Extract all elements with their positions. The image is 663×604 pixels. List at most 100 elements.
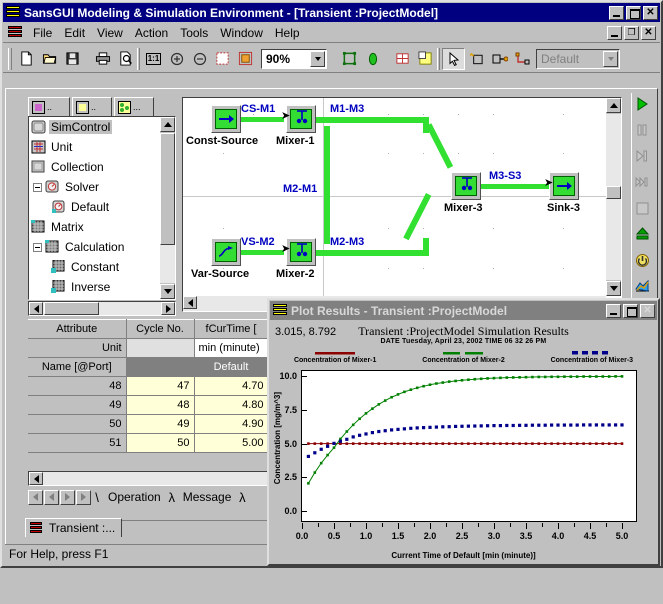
menu-help[interactable]: Help xyxy=(269,24,306,42)
grid-col-attribute[interactable]: Attribute xyxy=(28,319,127,339)
row-cycle[interactable]: 50 xyxy=(126,433,195,453)
grid-name-cycle[interactable] xyxy=(126,357,195,377)
sheet-tab-operation[interactable]: Operation xyxy=(102,490,167,504)
run-indicator-icon[interactable] xyxy=(361,47,384,70)
row-name[interactable]: 49 xyxy=(28,395,127,415)
plot-results-window[interactable]: Plot Results - Transient :ProjectModel ✕… xyxy=(267,298,660,566)
row-time[interactable]: 4.90 xyxy=(194,414,269,434)
pipe-m2-m3-h[interactable] xyxy=(316,250,426,256)
grid-name-time[interactable]: Default xyxy=(194,357,269,377)
fit-window-icon[interactable] xyxy=(234,47,257,70)
tree-item-constant[interactable]: Constant xyxy=(29,257,160,277)
select-all-icon[interactable] xyxy=(338,47,361,70)
diagram-vertical-scrollbar[interactable] xyxy=(606,98,621,296)
pipe-m3-s3[interactable] xyxy=(481,184,549,189)
row-time[interactable]: 4.80 xyxy=(194,395,269,415)
print-preview-icon[interactable] xyxy=(114,47,137,70)
node-const-source[interactable] xyxy=(211,105,241,133)
plot-maximize-button[interactable] xyxy=(623,303,638,318)
row-cycle[interactable]: 49 xyxy=(126,414,195,434)
tree-horizontal-scrollbar[interactable] xyxy=(28,301,176,316)
close-button[interactable]: ✕ xyxy=(643,5,658,20)
print-icon[interactable] xyxy=(91,47,114,70)
grid-col-fcurtime[interactable]: fCurTime [ xyxy=(194,319,269,339)
fast-forward-simulation-icon[interactable] xyxy=(632,171,652,193)
pipe-vs-m2[interactable] xyxy=(240,250,284,255)
grid-col-cycle-no[interactable]: Cycle No. xyxy=(126,319,195,339)
link-label-m3-s3[interactable]: M3-S3 xyxy=(489,170,521,182)
tree-item-solver-default[interactable]: Default xyxy=(29,197,160,217)
table-row[interactable]: 49 48 4.80 xyxy=(28,395,269,415)
mdi-tab-transient[interactable]: Transient :... xyxy=(25,518,123,537)
diagram-vscroll-track[interactable] xyxy=(606,114,621,280)
pipe-m2-m1[interactable] xyxy=(324,126,330,244)
attribute-grid[interactable]: Attribute Cycle No. fCurTime [ Unit min … xyxy=(28,319,269,453)
zoom-actual-icon[interactable]: 1:1 xyxy=(142,47,165,70)
tree-item-calculation[interactable]: Calculation xyxy=(29,237,160,257)
tree-scroll-right-button[interactable] xyxy=(161,302,175,315)
tree-item-inverse[interactable]: Inverse xyxy=(29,277,160,297)
toolbar-grip[interactable] xyxy=(8,47,12,70)
diagram-vscroll-thumb[interactable] xyxy=(606,186,621,199)
link-label-cs-m1[interactable]: CS-M1 xyxy=(241,103,275,115)
toggle-grid-icon[interactable] xyxy=(391,47,414,70)
stop-simulation-icon[interactable] xyxy=(632,197,652,219)
node-mixer-1[interactable] xyxy=(286,105,316,133)
run-simulation-icon[interactable] xyxy=(632,93,652,115)
tree-scroll-track[interactable] xyxy=(160,245,175,283)
pointer-tool-icon[interactable] xyxy=(442,47,465,70)
grid-unit-row-header[interactable]: Unit xyxy=(28,338,127,358)
grid-scroll-left-button[interactable] xyxy=(29,472,43,485)
grid-unit-cycle[interactable] xyxy=(126,338,195,358)
nav-last-button[interactable] xyxy=(76,489,91,505)
diagram-scroll-up-button[interactable] xyxy=(606,98,621,113)
diagram-scroll-left-button[interactable] xyxy=(183,296,197,309)
tab-object-palette[interactable]: .. xyxy=(72,97,112,116)
diagram-scroll-down-button[interactable] xyxy=(606,281,621,296)
nav-prev-button[interactable] xyxy=(44,489,59,505)
save-disk-icon[interactable] xyxy=(61,47,84,70)
table-row[interactable]: 51 50 5.00 xyxy=(28,433,269,453)
pipe-m2-m3-diag[interactable] xyxy=(403,193,432,241)
row-time[interactable]: 5.00 xyxy=(194,433,269,453)
node-var-source[interactable] xyxy=(211,238,241,266)
open-folder-icon[interactable] xyxy=(38,47,61,70)
tab-class-palette[interactable]: .. xyxy=(28,97,70,116)
tree-scroll-down-button[interactable] xyxy=(160,284,175,299)
table-row[interactable]: 48 47 4.70 xyxy=(28,376,269,396)
layout-icon[interactable] xyxy=(414,47,437,70)
menu-edit[interactable]: Edit xyxy=(58,24,91,42)
menu-window[interactable]: Window xyxy=(214,24,269,42)
tree-item-solver[interactable]: Solver xyxy=(29,177,160,197)
add-link-icon[interactable] xyxy=(488,47,511,70)
node-mixer-2[interactable] xyxy=(286,238,316,266)
pipe-m1-m3-diag[interactable] xyxy=(426,123,454,169)
zoom-level-dropdown-arrow[interactable] xyxy=(310,50,325,67)
power-toggle-icon[interactable] xyxy=(632,249,652,271)
nav-next-button[interactable] xyxy=(60,489,75,505)
tree-scroll-up-button[interactable] xyxy=(160,117,175,132)
chart-plot-area[interactable] xyxy=(301,370,637,522)
row-cycle[interactable]: 47 xyxy=(126,376,195,396)
plot-close-button[interactable]: ✕ xyxy=(640,303,655,318)
toolbar-grip-3[interactable] xyxy=(437,47,440,70)
plot-results-icon[interactable] xyxy=(632,275,652,297)
zoom-level-combobox[interactable]: 90% xyxy=(261,48,327,69)
link-label-m1-m3[interactable]: M1-M3 xyxy=(330,103,364,115)
tree-item-matrix[interactable]: Matrix xyxy=(29,217,160,237)
menu-tools[interactable]: Tools xyxy=(174,24,214,42)
zoom-out-icon[interactable] xyxy=(188,47,211,70)
node-sink-3[interactable] xyxy=(549,172,579,200)
row-cycle[interactable]: 48 xyxy=(126,395,195,415)
tree-item-collection[interactable]: Collection xyxy=(29,157,160,177)
style-combobox[interactable]: Default xyxy=(536,48,620,69)
calculation-collapse-toggle[interactable] xyxy=(33,242,42,252)
document-logo-icon[interactable] xyxy=(8,25,22,40)
pipe-m1-m3-h[interactable] xyxy=(316,117,426,123)
row-name[interactable]: 50 xyxy=(28,414,127,434)
tab-diagram-palette[interactable]: ... xyxy=(114,97,154,116)
table-row[interactable]: 50 49 4.90 xyxy=(28,414,269,434)
grid-name-row-header[interactable]: Name [@Port] xyxy=(28,357,127,377)
pause-simulation-icon[interactable] xyxy=(632,119,652,141)
plot-minimize-button[interactable] xyxy=(606,303,621,318)
